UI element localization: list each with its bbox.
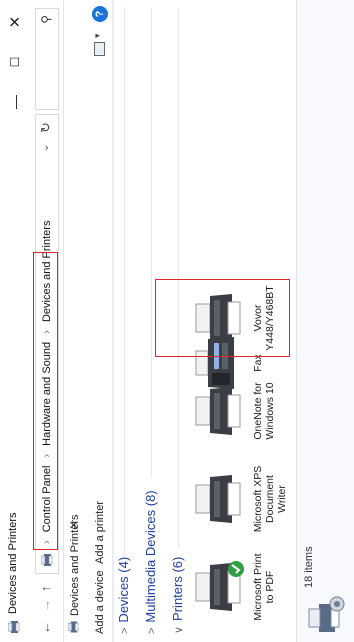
devices-printers-icon (68, 621, 79, 633)
breadcrumb-devices-and-printers[interactable]: Devices and Printers (41, 221, 53, 323)
breadcrumb-separator: › (41, 540, 53, 544)
collapse-chevron-icon: ∨ (173, 625, 185, 634)
expand-chevron-icon: > (146, 627, 158, 634)
up-button[interactable]: ↑ (38, 586, 53, 593)
group-divider (124, 8, 125, 556)
group-label: Devices (4) (116, 556, 131, 623)
group-header-multimedia-devices[interactable]: > Multimedia Devices (8) (143, 490, 158, 634)
search-icon: ⚲ (39, 15, 53, 24)
add-printer-button[interactable]: Add a printer (94, 501, 106, 564)
breadcrumb-separator: › (41, 453, 53, 458)
group-header-printers[interactable]: ∨ Printers (6) (170, 557, 185, 634)
breadcrumb: › Control Panel › Hardware and Sound › D… (41, 221, 53, 549)
printer-icon (195, 294, 241, 342)
title-bar: Devices and Printers — ☐ ✕ (0, 0, 30, 642)
printer-microsoft-print-to-pdf[interactable]: Microsoft Print to PDF (194, 548, 276, 626)
printer-label: Microsoft XPS Document Writer (252, 465, 288, 533)
expand-chevron-icon: > (119, 627, 131, 634)
devices-printers-large-icon (308, 596, 345, 632)
group-divider (178, 8, 179, 548)
tab-close-icon[interactable]: ✕ (67, 520, 81, 530)
minimize-button[interactable]: — (0, 82, 30, 122)
maximize-button[interactable]: ☐ (0, 42, 30, 82)
close-button[interactable]: ✕ (0, 2, 30, 42)
tab-bar: Devices and Printers ✕ (64, 0, 88, 642)
group-header-devices[interactable]: > Devices (4) (116, 557, 131, 634)
printer-icon (195, 561, 244, 611)
help-icon[interactable]: ? (92, 6, 108, 22)
printer-icon (195, 475, 241, 523)
control-panel-icon (41, 554, 53, 566)
details-pane: 18 items (296, 0, 354, 642)
view-options-dropdown-icon[interactable]: ▾ (92, 33, 103, 38)
command-bar: Add a device Add a printer ▾ ? (88, 0, 114, 642)
devices-printers-icon (8, 621, 20, 633)
content-divider (112, 0, 114, 642)
breadcrumb-hardware-and-sound[interactable]: Hardware and Sound (41, 342, 53, 446)
tab-devices-and-printers[interactable]: Devices and Printers (68, 515, 81, 635)
back-button[interactable]: ← (38, 621, 53, 634)
breadcrumb-control-panel[interactable]: Control Panel (41, 466, 53, 533)
printer-label: Vovor Y448/Y468BT (252, 285, 276, 351)
address-bar-row: ← → ↑ › Control Panel › Hardware and Sou… (30, 0, 64, 642)
add-device-button[interactable]: Add a device (94, 570, 106, 634)
group-divider (151, 8, 152, 478)
printer-microsoft-xps-document-writer[interactable]: Microsoft XPS Document Writer (194, 460, 288, 538)
address-history-dropdown-icon[interactable]: ⌄ (40, 144, 51, 152)
group-label: Multimedia Devices (8) (143, 490, 158, 623)
search-input[interactable]: ⚲ (35, 8, 59, 110)
refresh-icon[interactable]: ↻ (38, 122, 54, 133)
printer-label: Microsoft Print to PDF (252, 553, 276, 621)
item-count: 18 items (303, 546, 315, 588)
devices-and-printers-window: Devices and Printers — ☐ ✕ ← → ↑ › Contr… (0, 0, 354, 642)
window-title: Devices and Printers (7, 512, 19, 615)
breadcrumb-separator: › (41, 330, 53, 334)
forward-button[interactable]: → (38, 599, 53, 612)
address-field[interactable]: › Control Panel › Hardware and Sound › D… (35, 114, 59, 574)
group-label: Printers (6) (170, 556, 185, 621)
printer-vovor-y448[interactable]: Vovor Y448/Y468BT (194, 279, 276, 357)
change-view-icon[interactable] (94, 42, 105, 56)
